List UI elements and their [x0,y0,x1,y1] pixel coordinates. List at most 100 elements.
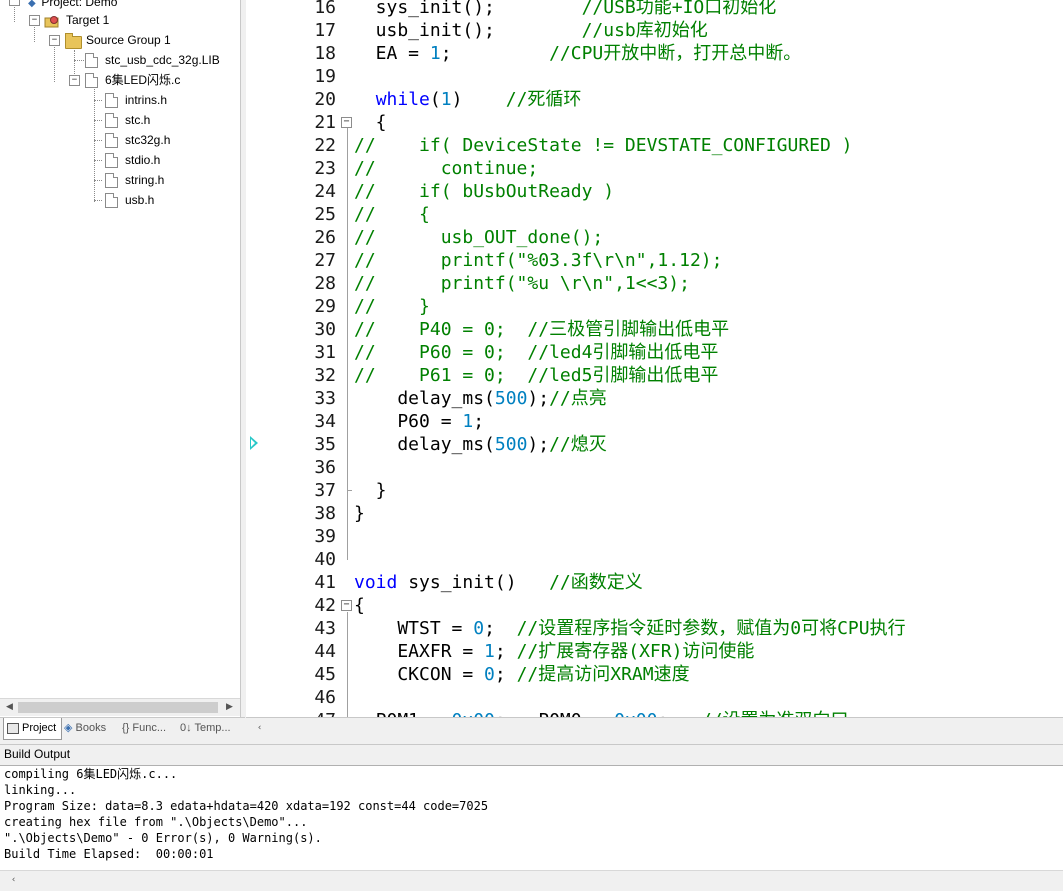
code-line[interactable]: EAXFR = 1; //扩展寄存器(XFR)访问使能 [354,640,754,663]
tree-line [94,86,95,202]
line-number: 33 [314,388,336,409]
tree-item-lib-file[interactable]: stc_usb_cdc_32g.LIB [105,50,220,70]
code-line[interactable]: // if( bUsbOutReady ) [354,180,614,203]
collapse-toggle[interactable]: − [9,0,20,6]
code-token: //点亮 [549,388,607,409]
code-token: //提高访问XRAM速度 [516,664,690,685]
c-file-label: 6集LED闪烁.c [105,73,181,87]
editor-hscrollbar[interactable]: ‹ [246,717,1063,740]
tree-hline [94,140,102,141]
line-number: 17 [314,20,336,41]
fold-toggle[interactable]: − [341,117,352,128]
code-line[interactable]: delay_ms(500);//点亮 [354,387,607,410]
build-output-title: Build Output [4,747,71,761]
code-token: 0 [473,618,485,639]
fold-end [347,490,352,491]
scroll-left-icon[interactable]: ‹ [6,873,21,888]
build-line: compiling 6集LED闪烁.c... [4,767,178,781]
tab-functions[interactable]: {} Func... [122,718,178,739]
code-token: ); [527,388,550,409]
code-token: //USB功能+IO口初始化 [581,0,777,18]
collapse-toggle[interactable]: − [29,15,40,26]
tree-item-source-group[interactable]: Source Group 1 [86,30,171,50]
project-hscrollbar[interactable]: ◀ ▶ [0,698,240,716]
header-label: stdio.h [125,153,161,167]
code-token: // printf("%03.3f\r\n",1.12); [354,250,723,271]
line-number: 35 [314,434,336,455]
build-line: Build Time Elapsed: 00:00:01 [4,847,214,861]
tree-item-header[interactable]: usb.h [125,190,154,210]
code-line[interactable]: WTST = 0; //设置程序指令延时参数，赋值为0可将CPU执行 [354,617,905,640]
tree-item-target[interactable]: Target 1 [44,10,109,30]
scroll-thumb[interactable] [18,702,218,713]
tree-item-header[interactable]: stc32g.h [125,130,170,150]
code-token: delay_ms( [354,388,495,409]
line-number: 45 [314,664,336,685]
tab-books[interactable]: ◈ Books [64,718,118,739]
tree-item-header[interactable]: string.h [125,170,164,190]
code-token: // if( DeviceState != DEVSTATE_CONFIGURE… [354,135,853,156]
code-line[interactable]: // { [354,203,430,226]
code-token: sys_init() [397,572,550,593]
code-line[interactable]: sys_init(); //USB功能+IO口初始化 [354,0,777,19]
code-line[interactable]: // if( DeviceState != DEVSTATE_CONFIGURE… [354,134,853,157]
code-line[interactable]: delay_ms(500);//熄灭 [354,433,606,456]
code-token: //CPU开放中断，打开总中断。 [549,43,802,64]
scroll-left-icon[interactable]: ◀ [2,700,17,715]
line-number: 25 [314,204,336,225]
file-icon [85,73,98,88]
code-line[interactable]: // P61 = 0; //led5引脚输出低电平 [354,364,718,387]
code-line[interactable]: CKCON = 0; //提高访问XRAM速度 [354,663,690,686]
braces-icon: {} [122,722,130,734]
tree-item-header[interactable]: stc.h [125,110,150,130]
project-icon: ◆ [28,0,36,9]
collapse-toggle[interactable]: − [69,75,80,86]
code-token: //usb库初始化 [581,20,708,41]
line-number: 42 [314,595,336,616]
tab-label: Books [75,722,107,734]
code-line[interactable]: // P60 = 0; //led4引脚输出低电平 [354,341,718,364]
tab-templates[interactable]: 0↓ Temp... [180,718,242,739]
code-line[interactable]: { [354,111,387,134]
header-label: string.h [125,173,165,187]
code-line[interactable]: usb_init(); //usb库初始化 [354,19,708,42]
tree-item-header[interactable]: intrins.h [125,90,167,110]
code-line[interactable]: EA = 1; //CPU开放中断，打开总中断。 [354,42,802,65]
code-line[interactable]: while(1) //死循环 [354,88,582,111]
line-number: 24 [314,181,336,202]
books-icon: ◈ [64,722,73,734]
build-output-title-bar: Build Output [0,744,1063,765]
code-token: ) [451,89,506,110]
code-line[interactable]: // } [354,295,430,318]
line-number: 28 [314,273,336,294]
code-token: 1 [484,641,495,662]
collapse-toggle[interactable]: − [49,35,60,46]
tree-item-c-file[interactable]: 6集LED闪烁.c [105,70,180,90]
code-line[interactable]: void sys_init() //函数定义 [354,571,643,594]
code-line[interactable]: // usb_OUT_done(); [354,226,603,249]
code-line[interactable]: } [354,502,365,525]
build-output-hscrollbar[interactable]: ‹ [0,870,1063,891]
fold-guide [347,500,348,560]
line-number: 46 [314,687,336,708]
code-line[interactable]: { [354,594,365,617]
code-token: // { [354,204,430,225]
code-token: ; [440,43,550,64]
tree-item-header[interactable]: stdio.h [125,150,160,170]
code-line[interactable]: // P40 = 0; //三极管引脚输出低电平 [354,318,729,341]
tab-project[interactable]: Project [3,718,62,740]
build-output-panel[interactable]: compiling 6集LED闪烁.c... linking... Progra… [0,765,1063,871]
code-line[interactable]: // printf("%u \r\n",1<<3); [354,272,690,295]
code-line[interactable]: // printf("%03.3f\r\n",1.12); [354,249,722,272]
code-line[interactable]: P60 = 1; [354,410,484,433]
code-line[interactable]: } [354,479,387,502]
code-token: 1 [429,43,441,64]
build-line: linking... [4,783,77,797]
code-token: ; [473,411,485,432]
fold-toggle[interactable]: − [341,600,352,611]
code-line[interactable]: // continue; [354,157,538,180]
build-line: Program Size: data=8.3 edata+hdata=420 x… [4,799,489,813]
scroll-right-icon[interactable]: ▶ [222,700,237,715]
scroll-left-icon[interactable]: ‹ [252,721,267,736]
